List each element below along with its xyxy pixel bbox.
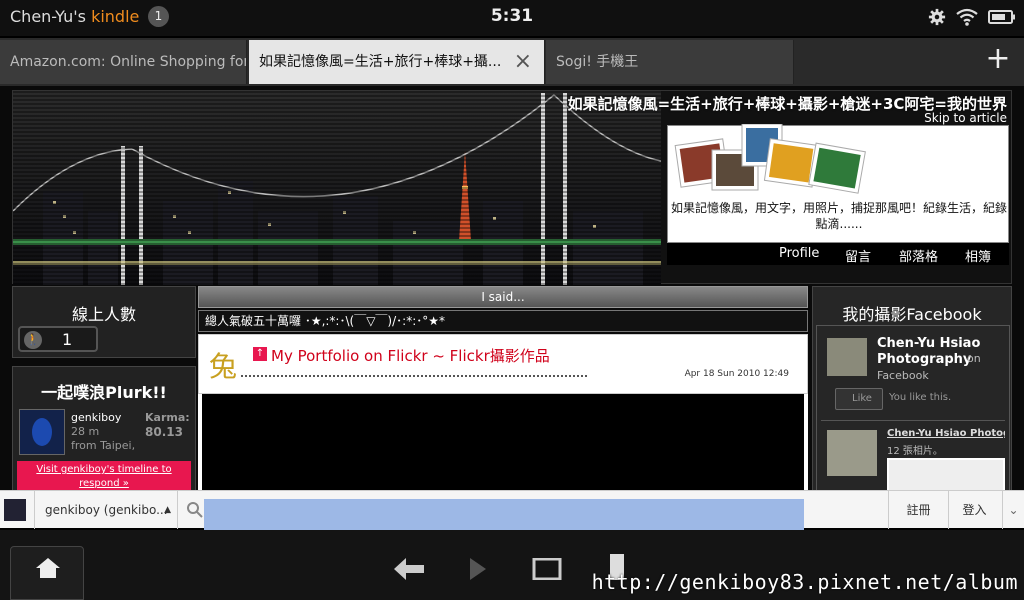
fb-page-name[interactable]: Chen-Yu Hsiao Photography — [877, 336, 1007, 368]
karma-value: 80.13 — [145, 425, 183, 439]
facebook-like-box: Chen-Yu Hsiao Photography on Facebook Li… — [816, 325, 1010, 490]
fb-album-link[interactable]: Chen-Yu Hsiao Photog — [887, 428, 1005, 439]
back-arrow-icon[interactable] — [394, 558, 424, 580]
album-thumbnail[interactable] — [827, 430, 877, 476]
facebook-widget-title: 我的攝影Facebook — [842, 305, 982, 324]
tab-amazon[interactable]: Amazon.com: Online Shopping for... — [0, 40, 247, 84]
battery-icon — [988, 10, 1015, 24]
plurk-username[interactable]: genkiboy — [71, 411, 135, 425]
plurk-user-info: genkiboy 28 m from Taipei, — [71, 411, 135, 453]
new-tab-button[interactable]: + — [982, 44, 1014, 76]
online-count-value: 1 — [62, 330, 73, 349]
like-button[interactable]: Like — [835, 388, 883, 410]
walker-icon: 🚶 — [24, 331, 42, 349]
bottom-toolbar: genkiboy (genkibo... ▲ 註冊 登入 ⌄ — [0, 490, 1024, 539]
online-counter: 🚶 1 — [18, 326, 98, 352]
nav-blog[interactable]: 部落格 — [899, 246, 938, 265]
login-button[interactable]: 登入 — [948, 491, 1000, 529]
nav-guestbook[interactable]: 留言 — [845, 246, 871, 265]
avatar[interactable] — [19, 409, 65, 455]
fb-divider — [821, 420, 1005, 421]
web-page: 如果記憶像風=生活+旅行+棒球+攝影+槍迷+3C阿宅=我的世界 Skip to … — [0, 86, 1024, 490]
bridge-night-photo — [13, 91, 661, 285]
rabbit-logo-icon: 兔 — [209, 350, 238, 383]
blog-nav: Profile 留言 部落格 相簿 — [667, 243, 1009, 265]
status-bar: Chen-Yu's kindle 1 5:31 — [0, 0, 1024, 36]
online-count-widget: 線上人數 🚶 1 — [12, 286, 196, 358]
page-thumbnail[interactable] — [827, 338, 867, 376]
pin-icon: ↑ — [253, 347, 267, 361]
nav-album[interactable]: 相簿 — [965, 246, 991, 265]
site-favicon — [4, 499, 26, 521]
search-icon[interactable] — [186, 501, 204, 519]
menu-icon[interactable] — [532, 558, 562, 580]
plurk-location: from Taipei, — [71, 439, 136, 452]
nav-profile[interactable]: Profile — [779, 246, 819, 261]
main-column: I said... 總人氣破五十萬囉 ･★,:*:･\(￣▽￣)/･:*:･°★… — [198, 286, 808, 490]
photo-collage — [674, 124, 866, 194]
blog-banner: 如果記憶像風=生活+旅行+棒球+攝影+槍迷+3C阿宅=我的世界 Skip to … — [12, 90, 1012, 285]
home-button[interactable] — [10, 546, 84, 600]
fb-on-label: on — [967, 352, 981, 365]
embedded-flickr-slideshow[interactable] — [202, 394, 804, 490]
post-date: Apr 18 Sun 2010 12:49 — [684, 369, 789, 379]
post-header: 兔 ↑ My Portfolio on Flickr ~ Flickr攝影作品 … — [198, 334, 808, 394]
profile-photo-card: 如果記憶像風，用文字，用照片，捕捉那風吧！紀錄生活，紀錄點滴...... — [667, 124, 1009, 243]
left-sidebar: 線上人數 🚶 1 一起噗浪Plurk!! genkiboy 28 m from … — [12, 286, 196, 490]
online-count-title: 線上人數 — [71, 305, 136, 324]
facebook-widget: 我的攝影Facebook Chen-Yu Hsiao Photography o… — [812, 286, 1012, 490]
status-icons — [928, 6, 1016, 28]
forward-arrow-icon[interactable] — [470, 558, 486, 580]
close-icon[interactable]: × — [514, 40, 532, 84]
post-body — [198, 394, 808, 490]
fb-site-name: Facebook — [877, 369, 929, 382]
register-button[interactable]: 註冊 — [888, 491, 948, 529]
tab-sogi[interactable]: Sogi! 手機王 — [546, 40, 794, 84]
home-icon — [36, 558, 60, 578]
tab-selector[interactable]: genkiboy (genkibo... ▲ — [34, 491, 178, 529]
wifi-icon — [956, 8, 978, 26]
post-title-link[interactable]: My Portfolio on Flickr ~ Flickr攝影作品 — [271, 345, 550, 366]
blog-tagline: 如果記憶像風，用文字，用照片，捕捉那風吧！紀錄生活，紀錄點滴...... — [670, 201, 1007, 231]
karma-label: Karma: — [145, 411, 190, 424]
clock: 5:31 — [490, 6, 534, 26]
skip-to-article-link[interactable]: Skip to article — [924, 111, 1007, 125]
plurk-title: 一起噗浪Plurk!! — [41, 383, 167, 402]
post-title-divider — [241, 375, 587, 377]
album-photo-preview[interactable] — [887, 458, 1005, 490]
album-watermark: http://genkiboy83.pixnet.net/album — [591, 570, 1018, 594]
gear-icon[interactable] — [928, 8, 946, 26]
i-said-header: I said... — [198, 286, 808, 308]
fb-album-count: 12 張相片。 — [887, 446, 943, 457]
like-note: You like this. — [889, 392, 952, 403]
tab-strip: Amazon.com: Online Shopping for... 如果記憶像… — [0, 38, 1024, 86]
i-said-message: 總人氣破五十萬囉 ･★,:*:･\(￣▽￣)/･:*:･°★* — [198, 310, 808, 332]
tab-blog-label: 如果記憶像風=生活+旅行+棒球+攝... — [259, 54, 502, 70]
triangle-down-icon: ▲ — [164, 505, 171, 515]
plurk-age: 28 m — [71, 425, 100, 438]
plurk-widget: 一起噗浪Plurk!! genkiboy 28 m from Taipei, K… — [12, 366, 196, 490]
tab-selector-label: genkiboy (genkibo... — [45, 503, 168, 517]
plurk-timeline-link[interactable]: Visit genkiboy's timeline to respond » — [17, 461, 191, 490]
tab-blog[interactable]: 如果記憶像風=生活+旅行+棒球+攝... × — [249, 40, 545, 84]
chevron-down-icon[interactable]: ⌄ — [1002, 491, 1024, 529]
